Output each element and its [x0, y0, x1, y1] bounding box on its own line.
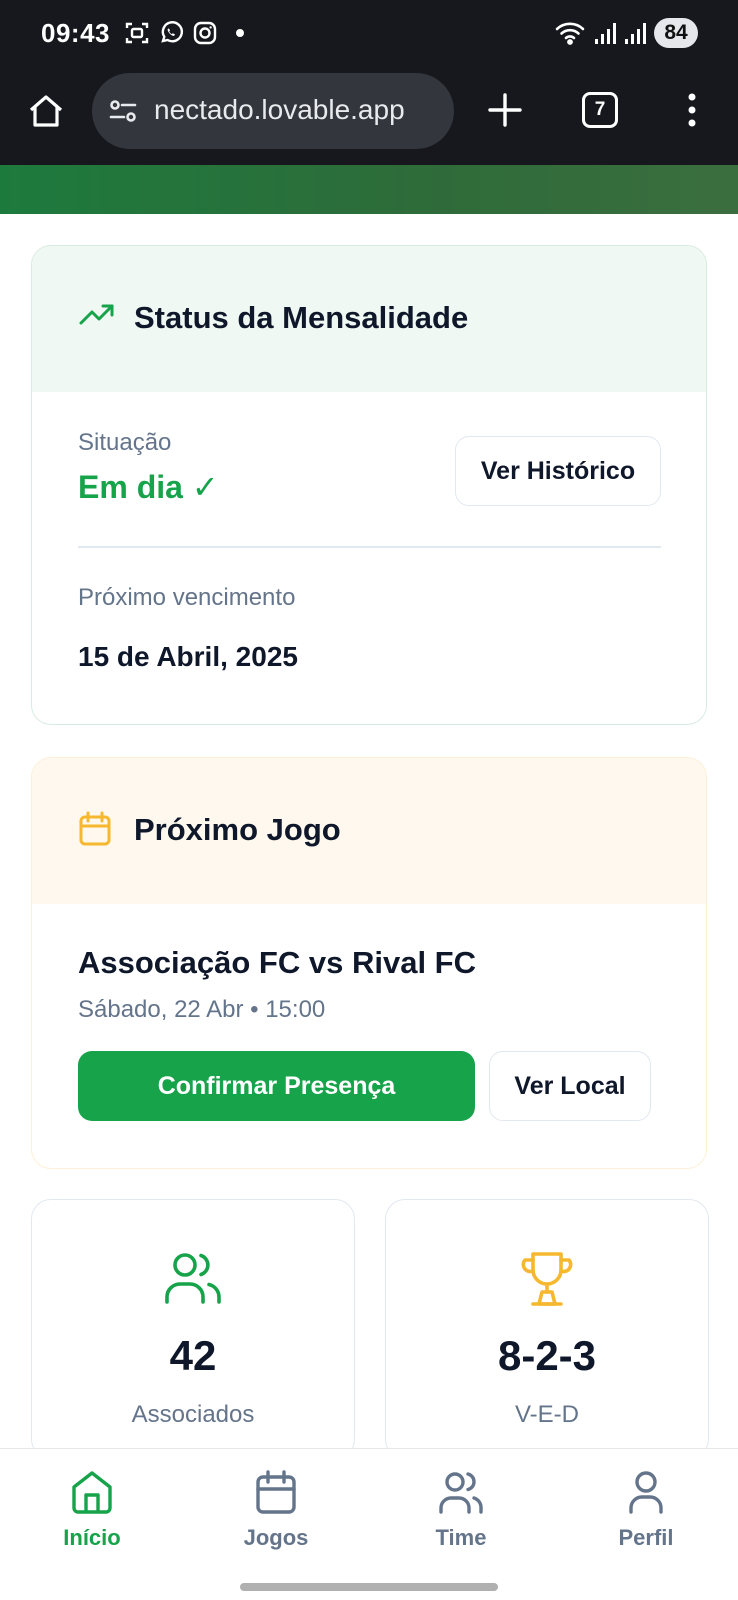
more-menu-icon[interactable]	[680, 90, 704, 130]
wifi-icon	[555, 22, 585, 45]
home-icon	[72, 1471, 112, 1514]
confirm-attendance-button[interactable]: Confirmar Presença	[78, 1051, 475, 1121]
win-draw-loss-record: 8-2-3	[497, 1332, 597, 1379]
status-time: 09:43	[41, 18, 110, 48]
notification-dot	[236, 29, 244, 37]
due-date-value: 15 de Abril, 2025	[78, 641, 298, 672]
situation-label: Situação	[78, 429, 172, 456]
signal-icon	[595, 23, 616, 44]
user-icon	[629, 1471, 663, 1514]
browser-toolbar: nectado.lovable.app 7	[0, 70, 738, 165]
nav-item-jogos[interactable]: Jogos	[216, 1469, 336, 1551]
card-title: Status da Mensalidade	[134, 300, 469, 335]
tab-switcher-button[interactable]: 7	[582, 92, 618, 128]
view-location-button[interactable]: Ver Local	[489, 1051, 651, 1121]
members-stat-card[interactable]: 42 Associados	[31, 1199, 355, 1459]
system-indicators: 84	[554, 18, 698, 48]
members-count: 42	[169, 1332, 217, 1379]
card-title: Próximo Jogo	[134, 812, 341, 847]
whatsapp-icon	[161, 21, 184, 43]
match-title: Associação FC vs Rival FC	[78, 945, 476, 980]
record-label: V-E-D	[514, 1401, 579, 1428]
signal-icon	[625, 23, 646, 44]
site-settings-icon[interactable]	[108, 98, 138, 124]
calendar-icon	[256, 1470, 296, 1514]
nav-item-time[interactable]: Time	[401, 1469, 521, 1551]
nav-item-perfil[interactable]: Perfil	[586, 1469, 706, 1551]
system-status-bar: 09:43 84	[0, 0, 738, 70]
notification-icons	[124, 20, 244, 46]
record-stat-card[interactable]: 8-2-3 V-E-D	[385, 1199, 709, 1459]
payment-status-card: Status da Mensalidade Situação Em dia ✓ …	[31, 245, 707, 725]
app-header-strip	[0, 165, 738, 214]
calendar-icon	[79, 811, 111, 846]
gesture-handle[interactable]	[240, 1583, 498, 1591]
new-tab-icon[interactable]	[485, 90, 525, 130]
nav-item-inicio[interactable]: Início	[32, 1469, 152, 1551]
members-label: Associados	[131, 1401, 255, 1428]
match-datetime: Sábado, 22 Abr • 15:00	[78, 996, 326, 1023]
nav-label: Início	[63, 1525, 121, 1550]
situation-value: Em dia ✓	[78, 469, 219, 505]
users-icon	[165, 1253, 221, 1304]
nav-label: Time	[435, 1525, 487, 1550]
card-header: Status da Mensalidade	[32, 246, 706, 392]
address-bar[interactable]: nectado.lovable.app	[92, 73, 454, 149]
trophy-icon	[521, 1252, 573, 1306]
next-game-card: Próximo Jogo Associação FC vs Rival FC S…	[31, 757, 707, 1169]
trending-up-icon	[79, 304, 114, 325]
browser-home-icon[interactable]	[26, 91, 66, 131]
nav-label: Perfil	[618, 1525, 674, 1550]
divider	[78, 546, 661, 548]
battery-level: 84	[654, 18, 698, 48]
card-header: Próximo Jogo	[32, 758, 706, 904]
screenshot-icon	[125, 22, 149, 44]
nav-label: Jogos	[243, 1525, 309, 1550]
instagram-icon	[193, 21, 217, 45]
due-date-label: Próximo vencimento	[78, 584, 296, 611]
users-icon	[439, 1472, 483, 1514]
view-history-button[interactable]: Ver Histórico	[455, 436, 661, 506]
url-text[interactable]: nectado.lovable.app	[154, 94, 440, 126]
bottom-navigation: Início Jogos Time Perfil	[0, 1448, 738, 1600]
